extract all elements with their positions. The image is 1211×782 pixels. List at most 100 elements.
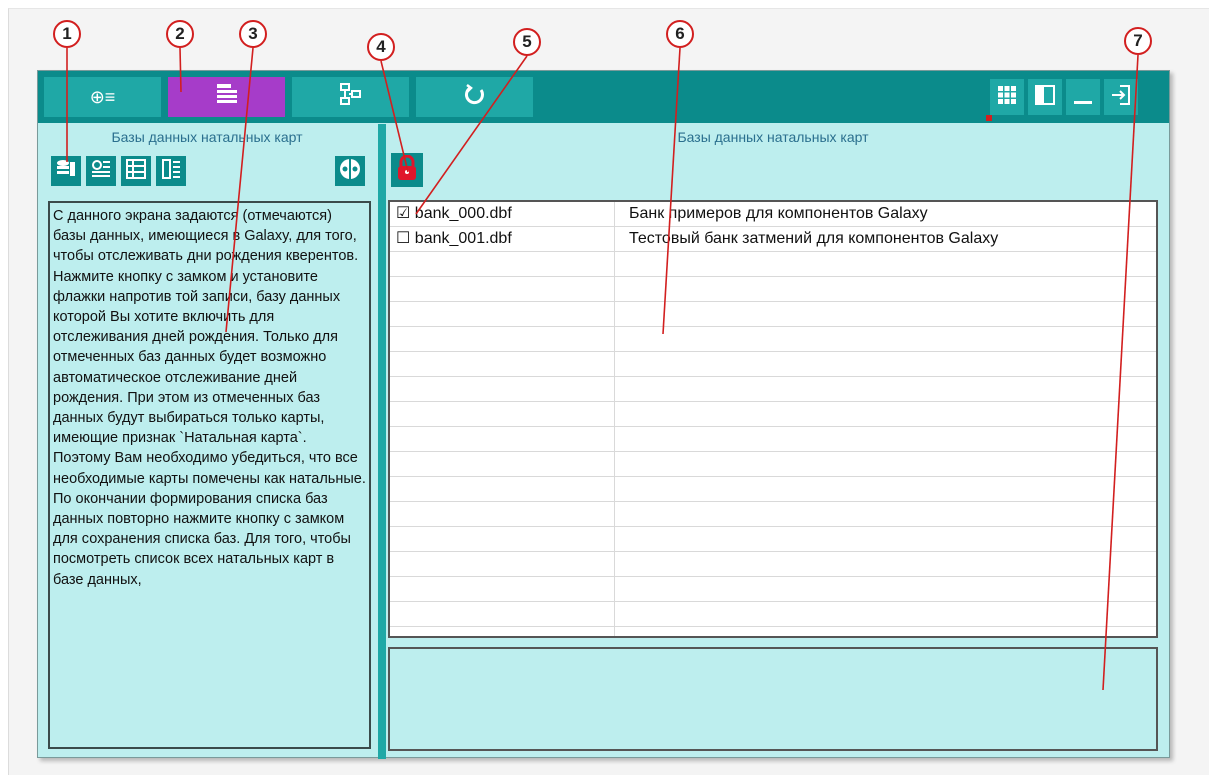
table-row[interactable]: ☑ bank_000.dbf Банк примеров для компоне… — [390, 202, 1156, 227]
empty-rows-area — [390, 252, 1156, 636]
empty-cell — [615, 477, 1156, 501]
help-text-box: С данного экрана задаются (отмечаются) б… — [48, 201, 371, 749]
callout-5: 5 — [513, 28, 541, 56]
empty-table-row — [390, 502, 1156, 527]
add-chart-button[interactable] — [86, 156, 116, 186]
table-row[interactable]: ☐ bank_001.dbf Тестовый банк затмений дл… — [390, 227, 1156, 252]
grid-view-icon — [997, 85, 1017, 110]
empty-cell — [615, 452, 1156, 476]
empty-table-row — [390, 302, 1156, 327]
empty-cell — [615, 427, 1156, 451]
empty-cell — [615, 352, 1156, 376]
tab-refresh[interactable] — [416, 77, 533, 117]
empty-table-row — [390, 327, 1156, 352]
chart-details-button[interactable] — [156, 156, 186, 186]
empty-cell — [615, 577, 1156, 601]
empty-cell — [390, 302, 615, 326]
callout-7: 7 — [1124, 27, 1152, 55]
circle-mode-icon — [338, 157, 362, 186]
tab-structure[interactable] — [292, 77, 409, 117]
circle-mode-button[interactable] — [335, 156, 365, 186]
file-name: bank_001.dbf — [414, 230, 512, 247]
empty-cell — [390, 477, 615, 501]
empty-cell — [390, 252, 615, 276]
empty-cell — [615, 602, 1156, 626]
database-table: ☑ bank_000.dbf Банк примеров для компоне… — [388, 200, 1158, 638]
lock-icon — [396, 154, 418, 186]
add-chart-icon — [90, 158, 112, 185]
callout-2: 2 — [166, 20, 194, 48]
file-cell: ☑ bank_000.dbf — [390, 202, 615, 226]
empty-cell — [615, 377, 1156, 401]
panel-splitter[interactable] — [378, 124, 386, 759]
empty-cell — [390, 277, 615, 301]
checkbox-unchecked[interactable]: ☐ — [396, 230, 410, 247]
tab-natal-list[interactable]: ⊕≡ — [44, 77, 161, 117]
minimize-icon — [1072, 84, 1094, 111]
empty-cell — [615, 302, 1156, 326]
empty-cell — [390, 502, 615, 526]
empty-cell — [390, 627, 615, 636]
list-table-button[interactable] — [121, 156, 151, 186]
empty-cell — [390, 427, 615, 451]
empty-cell — [390, 527, 615, 551]
empty-cell — [615, 627, 1156, 636]
empty-table-row — [390, 377, 1156, 402]
empty-cell — [390, 377, 615, 401]
tab-databases[interactable] — [168, 77, 285, 117]
empty-cell — [390, 602, 615, 626]
chart-details-icon — [160, 158, 182, 185]
empty-table-row — [390, 627, 1156, 636]
main-toolbar: ⊕≡ — [38, 71, 1169, 123]
empty-cell — [615, 402, 1156, 426]
empty-table-row — [390, 277, 1156, 302]
empty-cell — [390, 552, 615, 576]
empty-table-row — [390, 552, 1156, 577]
left-panel-title: Базы данных натальных карт — [111, 129, 303, 145]
info-panel — [388, 647, 1158, 751]
empty-cell — [390, 352, 615, 376]
callout-4: 4 — [367, 33, 395, 61]
empty-cell — [390, 452, 615, 476]
empty-cell — [390, 402, 615, 426]
empty-cell — [390, 577, 615, 601]
empty-cell — [615, 527, 1156, 551]
callout-6: 6 — [666, 20, 694, 48]
list-table-icon — [125, 158, 147, 185]
empty-cell — [615, 502, 1156, 526]
cross-circle-list-icon: ⊕≡ — [89, 86, 116, 107]
empty-cell — [615, 552, 1156, 576]
app-window: ⊕≡ Базы данных натальных карт С данного … — [37, 70, 1170, 759]
description-cell: Тестовый банк затмений для компонентов G… — [629, 230, 999, 247]
empty-cell — [615, 252, 1156, 276]
minimize-button[interactable] — [1066, 79, 1100, 115]
empty-table-row — [390, 402, 1156, 427]
empty-table-row — [390, 602, 1156, 627]
refresh-icon — [462, 82, 488, 112]
callout-3: 3 — [239, 20, 267, 48]
help-text: С данного экрана задаются (отмечаются) б… — [53, 208, 366, 588]
empty-table-row — [390, 577, 1156, 602]
grid-view-button[interactable] — [986, 79, 1024, 121]
database-list-icon — [55, 158, 77, 185]
empty-cell — [390, 327, 615, 351]
empty-cell — [615, 277, 1156, 301]
empty-cell — [615, 327, 1156, 351]
list-document-icon — [214, 82, 240, 112]
lock-button[interactable] — [391, 153, 423, 187]
indicator-marker — [986, 115, 992, 121]
panel-toggle-icon — [1034, 84, 1056, 111]
panel-toggle-button[interactable] — [1028, 79, 1062, 115]
empty-table-row — [390, 352, 1156, 377]
empty-table-row — [390, 527, 1156, 552]
exit-icon — [1110, 84, 1132, 111]
description-cell: Банк примеров для компонентов Galaxy — [629, 205, 928, 222]
exit-button[interactable] — [1104, 79, 1138, 115]
file-name: bank_000.dbf — [414, 205, 512, 222]
empty-table-row — [390, 427, 1156, 452]
tree-structure-icon — [338, 82, 364, 112]
checkbox-checked[interactable]: ☑ — [396, 205, 410, 222]
empty-table-row — [390, 452, 1156, 477]
file-cell: ☐ bank_001.dbf — [390, 227, 615, 251]
database-list-button[interactable] — [51, 156, 81, 186]
